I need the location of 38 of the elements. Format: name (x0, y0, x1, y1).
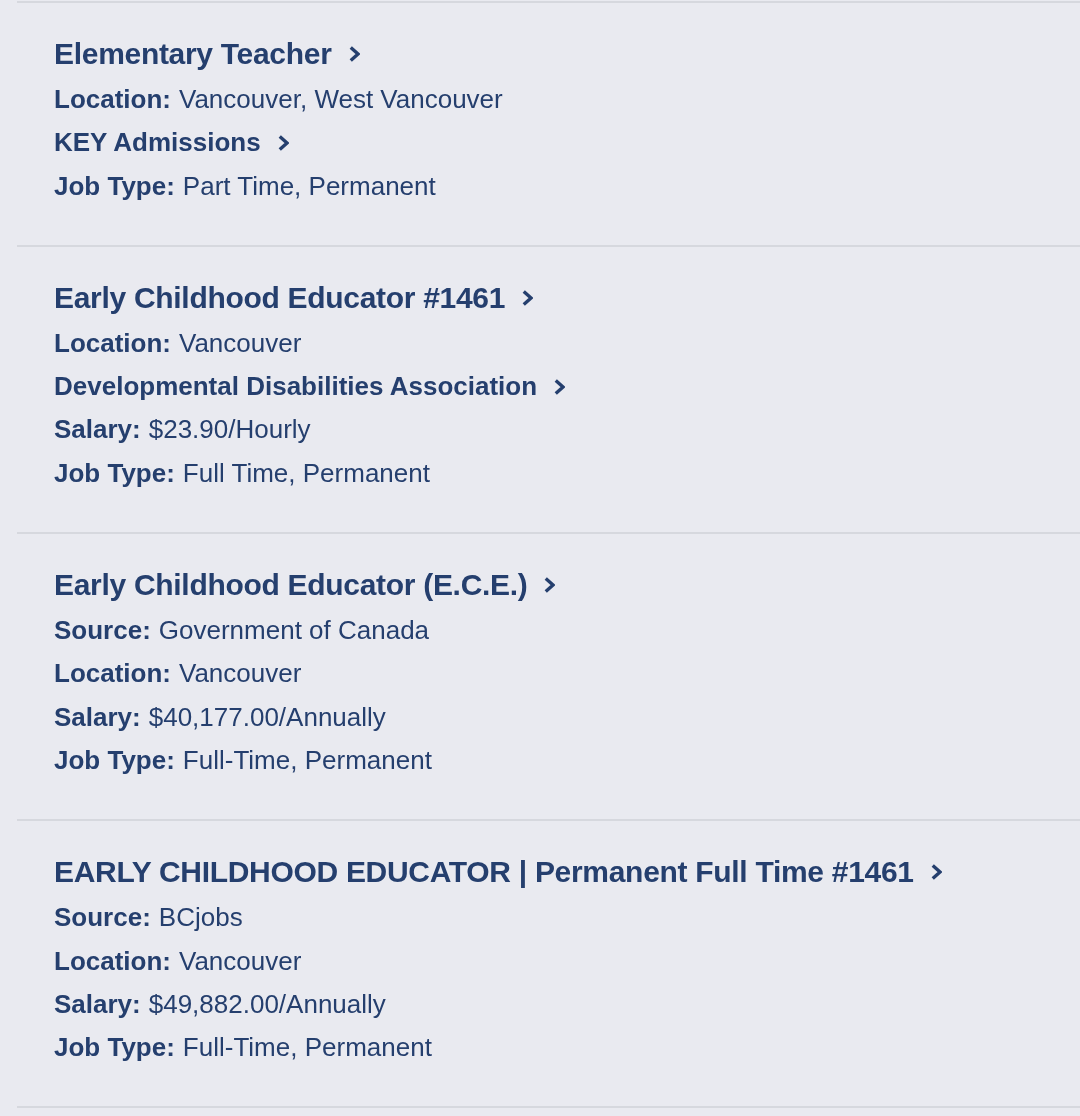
detail-label: Source: (54, 614, 151, 648)
detail-label: Location: (54, 326, 171, 360)
chevron-right-icon (348, 46, 360, 62)
chevron-right-icon (522, 289, 534, 306)
job-title-link[interactable]: EARLY CHILDHOOD EDUCATOR | Permanent Full Time #1461 (54, 852, 942, 893)
detail-value: Government of Canada (158, 614, 430, 648)
detail-value: $49,882.00/Annually (148, 987, 386, 1021)
employer-link[interactable]: KEY Admissions (54, 121, 289, 165)
chevron-right-icon (277, 134, 289, 151)
detail-label: Location: (54, 657, 171, 691)
chevron-right-icon (554, 378, 566, 395)
detail-value: Vancouver (179, 326, 302, 360)
detail-value: Full-Time, Permanent (182, 1031, 432, 1065)
employer-link[interactable]: Developmental Disabilities Association (54, 365, 566, 409)
detail-value: Full-Time, Permanent (182, 743, 432, 777)
detail-label: Source: (54, 901, 151, 935)
detail-value: Vancouver (179, 657, 302, 691)
detail-label: Salary: (54, 700, 141, 734)
detail-value: Vancouver (179, 944, 302, 978)
detail-value: Part Time, Permanent (182, 169, 436, 203)
job-title-link[interactable]: Elementary Teacher (54, 34, 360, 74)
detail-label: Location: (54, 83, 171, 116)
detail-value: $23.90/Hourly (148, 413, 311, 447)
chevron-right-icon (544, 577, 556, 594)
detail-label: Job Type: (54, 456, 175, 490)
detail-label: Job Type: (54, 1031, 175, 1065)
chevron-right-icon (930, 864, 942, 881)
detail-value: BCjobs (158, 901, 243, 935)
detail-value: Vancouver, West Vancouver (179, 83, 503, 116)
detail-label: Salary: (54, 413, 141, 447)
detail-label: Job Type: (54, 743, 175, 777)
detail-value: Full Time, Permanent (182, 456, 430, 490)
detail-label: Location: (54, 944, 171, 978)
detail-value: $40,177.00/Annually (148, 700, 386, 734)
job-title-link[interactable]: Early Childhood Educator #1461 (54, 277, 534, 318)
detail-label: Salary: (54, 987, 141, 1021)
job-title-link[interactable]: Early Childhood Educator (E.C.E.) (54, 565, 556, 606)
detail-label: Job Type: (54, 169, 175, 203)
